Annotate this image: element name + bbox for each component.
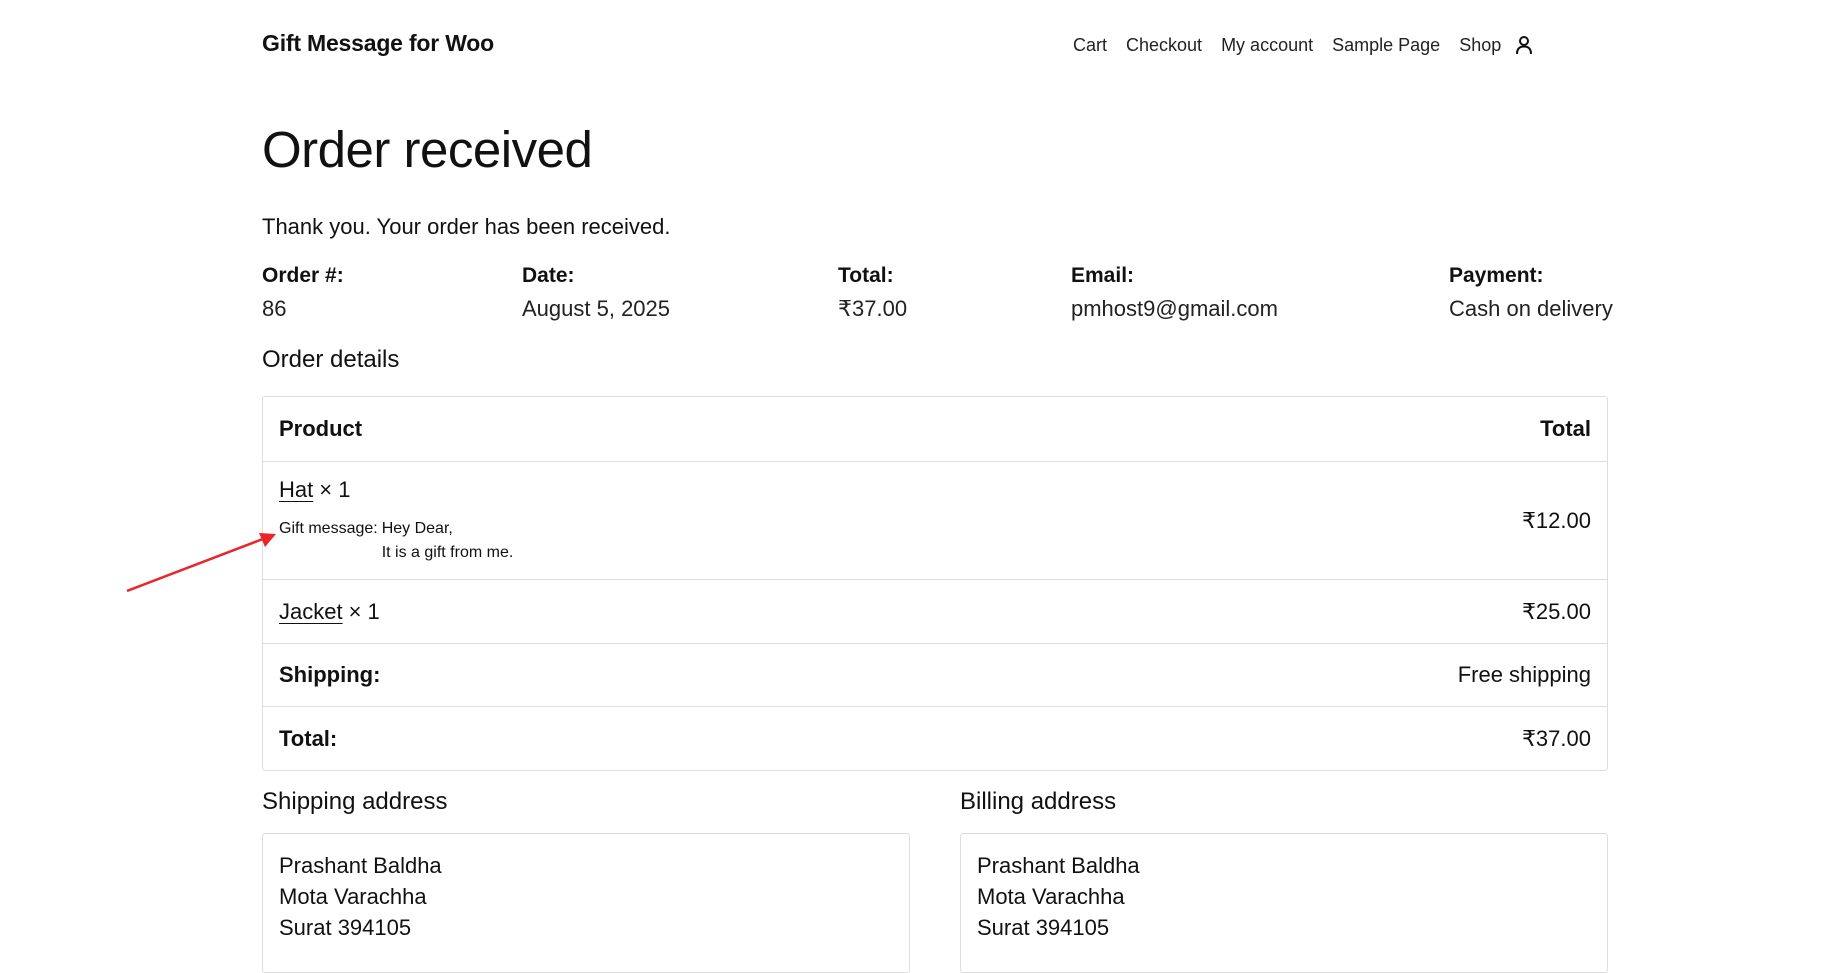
line-total: ₹25.00 [1521,598,1591,624]
order-number-value: 86 [262,296,287,321]
date-value: August 5, 2025 [522,296,671,321]
overview-order-number: Order #: 86 [262,264,344,322]
main-nav: Cart Checkout My account Sample Page Sho… [1073,34,1535,56]
order-details-title: Order details [262,346,400,373]
shipping-label: Shipping: [279,662,381,687]
table-row: Hat × 1 Gift message: Hey Dear, It is a g… [263,461,1607,579]
shipping-address-title: Shipping address [262,788,448,815]
address-line: Surat 394105 [279,915,412,940]
overview-payment: Payment: Cash on delivery [1449,264,1613,322]
payment-label: Payment: [1449,264,1544,287]
product-quantity: × 1 [319,476,351,502]
nav-shop[interactable]: Shop [1459,35,1501,56]
billing-address-title: Billing address [960,788,1117,815]
overview-total: Total: ₹37.00 [838,264,907,322]
shipping-row: Shipping: Free shipping [263,643,1607,706]
address-line: Prashant Baldha [279,853,442,878]
page-title: Order received [262,121,593,178]
overview-email: Email: pmhost9@gmail.com [1071,264,1278,322]
order-total-label: Total: [279,725,338,751]
billing-address-box: Prashant Baldha Mota Varachha Surat 3941… [960,833,1608,973]
total-label: Total: [838,264,894,287]
address-line: Surat 394105 [977,915,1110,940]
order-number-label: Order #: [262,264,344,287]
shipping-address-box: Prashant Baldha Mota Varachha Surat 3941… [262,833,910,973]
table-row: Jacket × 1 ₹25.00 [263,579,1607,643]
address-line: Mota Varachha [977,884,1125,909]
gift-message: Gift message: Hey Dear, It is a gift fro… [279,517,513,565]
product-link-hat[interactable]: Hat [279,477,313,502]
shipping-address-section: Shipping address Prashant Baldha Mota Va… [262,788,910,973]
order-total-value: ₹37.00 [1521,725,1591,751]
product-cell: Jacket × 1 [279,599,380,625]
product-quantity: × 1 [348,598,380,624]
order-details-table: Product Total Hat × 1 Gift message: Hey D… [262,396,1608,771]
gift-message-line: Hey Dear, [381,519,453,537]
product-link-jacket[interactable]: Jacket [279,599,343,624]
nav-my-account[interactable]: My account [1221,35,1313,56]
line-total: ₹12.00 [1521,507,1591,533]
column-header-total: Total [1540,416,1591,441]
payment-value: Cash on delivery [1449,296,1613,321]
gift-message-label: Gift message: [279,519,378,537]
column-header-product: Product [279,416,363,441]
thank-you-message: Thank you. Your order has been received. [262,214,671,239]
overview-date: Date: August 5, 2025 [522,264,670,322]
nav-sample-page[interactable]: Sample Page [1332,35,1440,56]
gift-message-line: It is a gift from me. [381,543,514,561]
date-label: Date: [522,264,575,287]
nav-checkout[interactable]: Checkout [1126,35,1202,56]
order-total-row: Total: ₹37.00 [263,706,1607,770]
nav-cart[interactable]: Cart [1073,35,1107,56]
site-title[interactable]: Gift Message for Woo [262,30,494,57]
address-line: Prashant Baldha [977,853,1140,878]
gift-message-text: Hey Dear, It is a gift from me. [382,517,514,565]
user-account-icon[interactable] [1513,34,1535,56]
address-line: Mota Varachha [279,884,427,909]
total-value: ₹37.00 [838,296,908,321]
billing-address-section: Billing address Prashant Baldha Mota Var… [960,788,1608,973]
table-header-row: Product Total [263,397,1607,461]
email-value: pmhost9@gmail.com [1071,296,1278,321]
shipping-value: Free shipping [1457,662,1591,687]
product-cell: Hat × 1 Gift message: Hey Dear, It is a g… [279,477,513,565]
email-label: Email: [1071,264,1135,287]
